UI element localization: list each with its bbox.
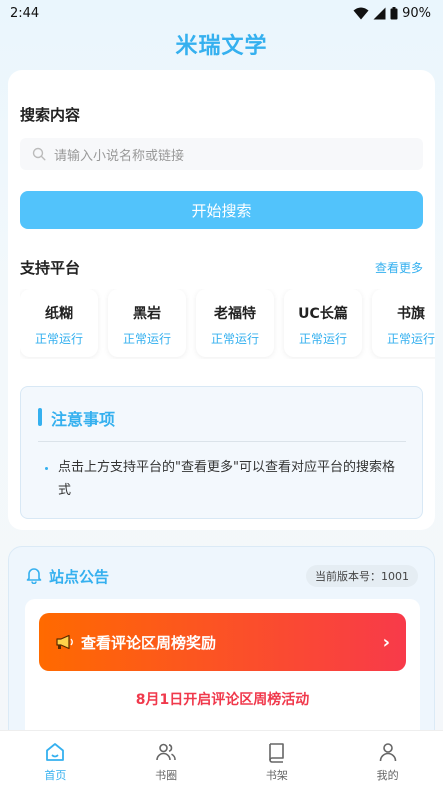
platform-card[interactable]: 书旗 正常运行 (372, 289, 435, 357)
chevron-right-icon: › (382, 631, 390, 653)
search-placeholder: 请输入小说名称或链接 (54, 148, 185, 164)
status-icons: 90% (353, 6, 431, 21)
platform-status: 正常运行 (122, 332, 171, 346)
platform-list: 纸糊 正常运行 黑岩 正常运行 老福特 正常运行 UC长篇 正常运行 书旗 正常… (20, 289, 435, 359)
search-card: 搜索内容 请输入小说名称或链接 开始搜索 支持平台 查看更多 纸糊 正常运行 黑… (8, 70, 435, 530)
app-title: 米瑞文学 (175, 34, 268, 59)
platform-name: 黑岩 (133, 306, 161, 322)
nav-label: 书圈 (155, 769, 178, 782)
notice-box: 注意事项 点击上方支持平台的"查看更多"可以查看对应平台的搜索格式 (20, 386, 423, 519)
platform-card[interactable]: 黑岩 正常运行 (108, 289, 186, 357)
see-more-link[interactable]: 查看更多 (375, 259, 423, 276)
weekly-ranking-label: 查看评论区周榜奖励 (81, 633, 217, 652)
activity-text: 8月1日开启评论区周榜活动 (135, 692, 310, 708)
wifi-icon (353, 7, 369, 19)
platform-card[interactable]: 老福特 正常运行 (196, 289, 274, 357)
notice-title: 注意事项 (51, 410, 116, 429)
bullet-dot-icon (45, 467, 48, 470)
megaphone-icon (55, 634, 75, 650)
nav-label: 书架 (265, 769, 288, 782)
platform-card[interactable]: UC长篇 正常运行 (284, 289, 362, 357)
nav-home[interactable]: 首页 (0, 731, 111, 788)
platform-status: 正常运行 (210, 332, 259, 346)
platforms-section-label: 支持平台 (20, 259, 81, 277)
announcement-content: 查看评论区周榜奖励 › 8月1日开启评论区周榜活动 (25, 599, 420, 749)
notice-accent-bar (38, 408, 42, 426)
person-icon (379, 743, 396, 762)
status-time: 2:44 (10, 5, 40, 21)
status-bar: 2:44 90% (0, 0, 443, 26)
notice-divider (38, 441, 406, 442)
announcement-title: 站点公告 (49, 568, 110, 586)
nav-bookshelf[interactable]: 书架 (222, 731, 333, 788)
announcement-card: 站点公告 当前版本号：1001 查看评论区周榜奖励 › 8月1日开启评论区周榜活… (8, 546, 435, 749)
platform-card[interactable]: 纸糊 正常运行 (20, 289, 98, 357)
weekly-ranking-button[interactable]: 查看评论区周榜奖励 › (39, 613, 406, 671)
version-badge: 当前版本号：1001 (306, 565, 418, 587)
bell-icon (26, 568, 42, 584)
start-search-button[interactable]: 开始搜索 (20, 191, 423, 229)
battery-percent: 90% (402, 5, 431, 21)
platform-status: 正常运行 (298, 332, 347, 346)
nav-label: 我的 (376, 769, 399, 782)
platform-name: 书旗 (397, 306, 425, 322)
bottom-nav: 首页 书圈 书架 我的 (0, 730, 443, 788)
users-icon (156, 743, 176, 761)
home-icon (46, 743, 65, 761)
nav-book-circle[interactable]: 书圈 (111, 731, 222, 788)
notice-text: 点击上方支持平台的"查看更多"可以查看对应平台的搜索格式 (58, 460, 395, 498)
nav-label: 首页 (44, 769, 67, 782)
platform-name: 老福特 (214, 306, 256, 322)
signal-icon (373, 7, 386, 19)
platform-name: UC长篇 (298, 306, 348, 322)
battery-icon (390, 6, 398, 19)
book-icon (269, 743, 284, 763)
search-section-label: 搜索内容 (20, 106, 81, 124)
search-icon (32, 147, 46, 161)
platform-status: 正常运行 (386, 332, 435, 346)
nav-profile[interactable]: 我的 (332, 731, 443, 788)
platform-status: 正常运行 (34, 332, 83, 346)
search-input[interactable]: 请输入小说名称或链接 (20, 138, 423, 170)
platform-name: 纸糊 (45, 306, 73, 322)
